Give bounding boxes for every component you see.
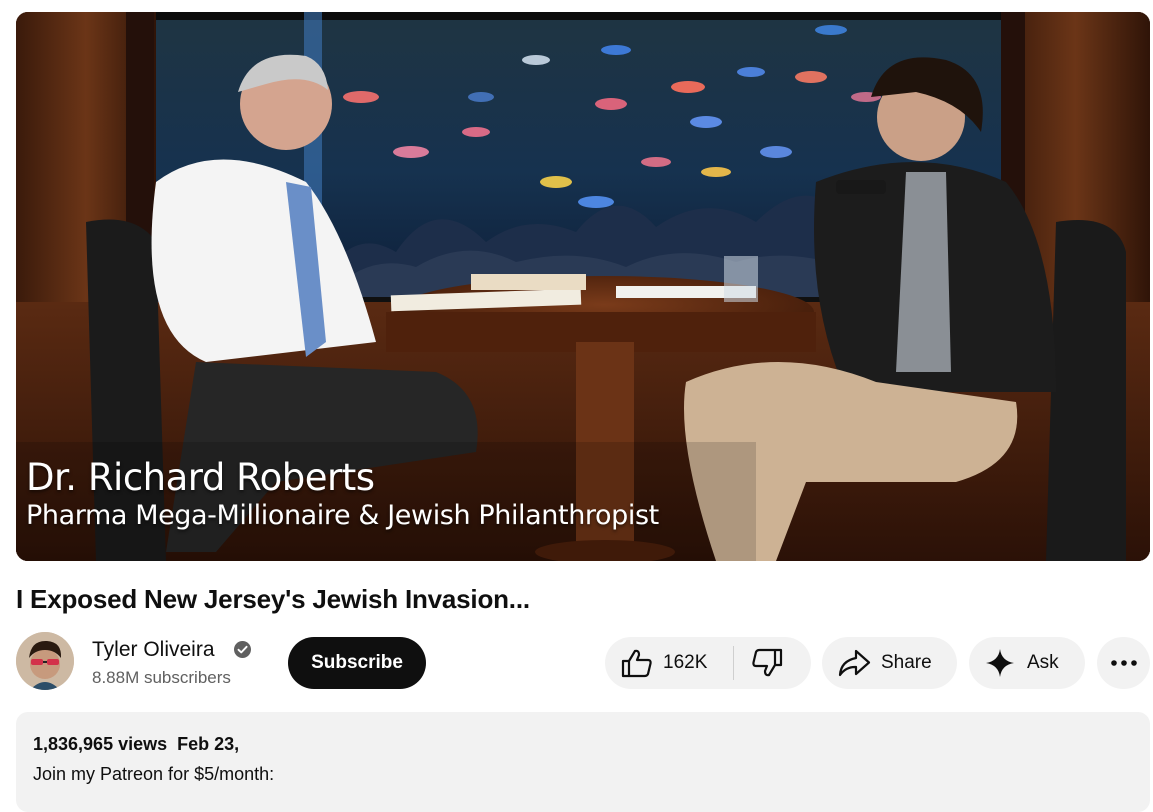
thumbs-down-icon [752,648,783,677]
avatar-image [16,632,74,690]
channel-avatar[interactable] [16,632,74,690]
like-count: 162K [663,652,708,673]
sparkle-icon [986,649,1014,677]
verified-check-icon [234,641,251,658]
video-title: I Exposed New Jersey's Jewish Invasion..… [16,584,530,614]
caption-role: Pharma Mega-Millionaire & Jewish Philant… [26,500,659,531]
caption-name: Dr. Richard Roberts [26,456,375,499]
description-meta: 1,836,965 views Feb 23, [33,732,239,756]
upload-date: Feb 23, [177,734,240,754]
view-count: 1,836,965 views [33,734,168,754]
subscriber-count: 8.88M subscribers [92,668,231,687]
thumbs-up-icon [621,649,652,678]
dislike-button[interactable] [734,637,811,689]
share-label: Share [881,652,932,673]
share-button[interactable]: Share [822,637,957,689]
video-player[interactable]: Dr. Richard Roberts Pharma Mega-Milliona… [16,12,1150,561]
like-button[interactable]: 162K [605,637,733,689]
lower-third-caption: Dr. Richard Roberts Pharma Mega-Milliona… [26,456,659,534]
share-arrow-icon [838,649,871,677]
channel-name[interactable]: Tyler Oliveira [92,637,215,663]
more-horizontal-icon [1111,660,1137,666]
ask-button[interactable]: Ask [969,637,1085,689]
subscribe-button[interactable]: Subscribe [288,637,426,689]
more-actions-button[interactable] [1097,637,1150,689]
description-text: Join my Patreon for $5/month: [33,764,275,784]
ask-label: Ask [1027,652,1059,673]
like-dislike-group: 162K [605,637,811,689]
description-box[interactable]: 1,836,965 views Feb 23, Join my Patreon … [16,712,1150,812]
